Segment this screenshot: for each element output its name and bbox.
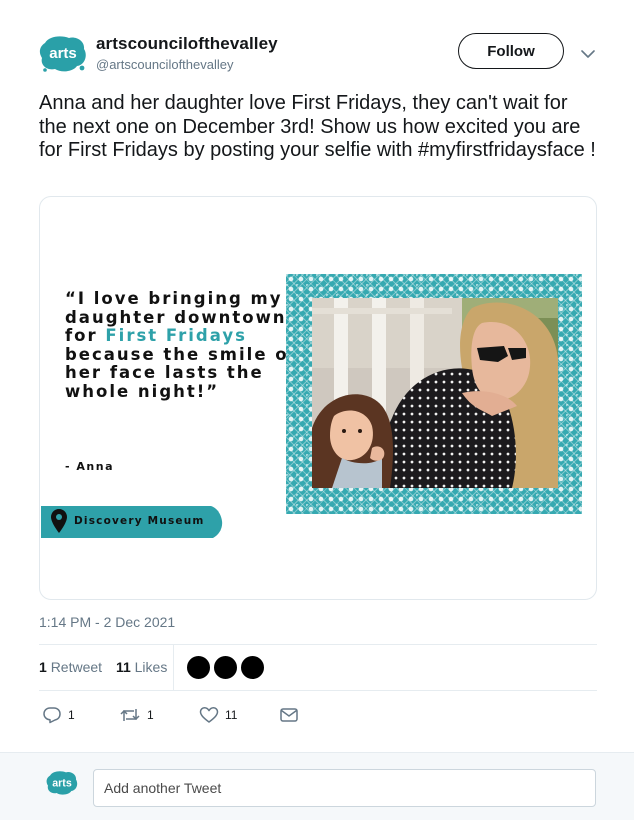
reply-icon [43,707,61,724]
chevron-down-icon[interactable] [581,46,595,58]
retweet-count: 1 [147,708,154,722]
like-count: 11 [225,708,238,722]
tweet-stats: 1 Retweet 11 Likes [39,659,167,675]
quote-attribution: - Anna [65,460,114,473]
tweet-timestamp[interactable]: 1:14 PM - 2 Dec 2021 [39,614,175,630]
retweet-action[interactable]: 1 [119,705,154,725]
avatar-logo-text: arts [49,45,77,62]
retweets-count[interactable]: 1 [39,659,47,675]
quote-text: “I love bringing my daughter downtown fo… [65,289,305,401]
photo [312,298,558,488]
reply-input[interactable] [93,769,596,807]
stats-separator [173,645,174,691]
likes-label[interactable]: Likes [135,659,168,675]
likes-count[interactable]: 11 [116,659,131,675]
divider [39,690,597,691]
avatar-logo-text: arts [52,777,72,789]
tweet-text: Anna and her daughter love First Fridays… [39,92,596,161]
liker-avatar[interactable] [240,655,265,680]
location-pin-icon [50,508,68,534]
tweet-media-card[interactable]: “I love bringing my daughter downtown fo… [39,196,597,600]
liker-avatar[interactable] [186,655,211,680]
divider [39,644,597,645]
mail-icon [280,708,298,722]
follow-button[interactable]: Follow [458,33,564,69]
direct-message-action[interactable] [279,705,299,725]
quote-part-2: because the smile on her face lasts the … [65,344,303,401]
reply-bar: arts [0,752,634,820]
author-handle[interactable]: @artscouncilofthevalley [96,57,233,72]
retweets-label[interactable]: Retweet [51,659,102,675]
heart-icon [199,707,219,723]
like-action[interactable]: 11 [199,705,237,725]
author-name[interactable]: artscouncilofthevalley [96,34,278,54]
tweet: arts artscouncilofthevalley @artscouncil… [0,0,634,752]
user-avatar[interactable]: arts [46,770,78,796]
quote-highlight: First Fridays [105,326,247,345]
reply-action[interactable]: 1 [42,705,75,725]
location-label: Discovery Museum [74,515,205,527]
reply-count: 1 [68,708,75,722]
author-avatar[interactable]: arts [39,35,87,73]
retweet-icon [120,709,140,721]
liker-avatar[interactable] [213,655,238,680]
